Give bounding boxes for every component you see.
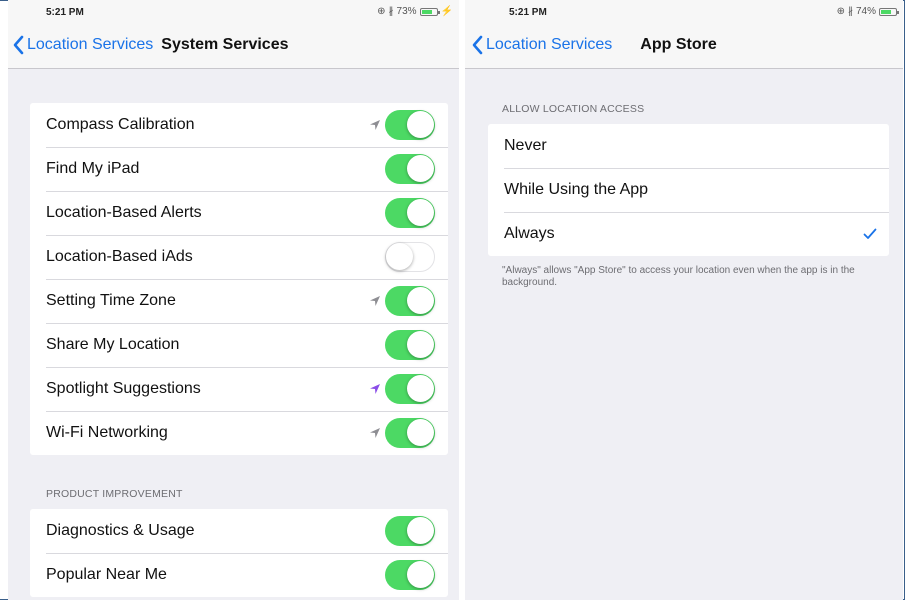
setting-label: Spotlight Suggestions [46,380,201,397]
spotlight-suggestions-toggle[interactable] [385,374,435,404]
option-label: Never [504,137,547,154]
location-based-alerts-toggle[interactable] [385,198,435,228]
toggle-knob [407,375,434,402]
setting-row-wi-fi-networking: Wi-Fi Networking [30,411,448,455]
setting-time-zone-toggle[interactable] [385,286,435,316]
status-time: 5:21 PM [509,7,547,18]
setting-label: Popular Near Me [46,566,167,583]
product-improvement-list: Diagnostics & Usage Popular Near Me [30,509,448,597]
option-label: Always [504,225,555,242]
lock-rotation-icon: ⊕ [377,6,386,17]
share-my-location-toggle[interactable] [385,330,435,360]
diagnostics-and-usage-toggle[interactable] [385,516,435,546]
setting-label: Wi-Fi Networking [46,424,168,441]
popular-near-me-toggle[interactable] [385,560,435,590]
page-title: App Store [640,36,717,53]
wi-fi-networking-toggle[interactable] [385,418,435,448]
toggle-knob [407,561,434,588]
location-arrow-icon [370,120,380,130]
toggle-knob [407,419,434,446]
page-title: System Services [161,36,289,53]
option-label: While Using the App [504,181,649,198]
toggle-knob [407,111,434,138]
setting-label: Diagnostics & Usage [46,522,195,539]
toggle-knob [407,199,434,226]
back-button[interactable]: Location Services [471,35,612,55]
back-label: Location Services [486,36,613,53]
setting-label: Compass Calibration [46,116,195,133]
checkmark-icon [863,228,877,239]
battery-icon [879,7,899,16]
location-arrow-icon [370,384,380,394]
section-header-product-improvement: PRODUCT IMPROVEMENT [46,488,183,500]
system-services-list: Compass Calibration Find My iPad Location-… [30,103,448,455]
location-based-iads-toggle[interactable] [385,242,435,272]
setting-row-spotlight-suggestions: Spotlight Suggestions [30,367,448,411]
toggle-knob [407,331,434,358]
setting-row-location-based-alerts: Location-Based Alerts [30,191,448,235]
app-store-location-screen: 5:21 PM ⊕ ∦ 74% Location Services App St… [465,0,903,600]
lock-rotation-icon: ⊕ [836,6,845,17]
location-access-footer: "Always" allows "App Store" to access yo… [502,265,855,288]
setting-row-share-my-location: Share My Location [30,323,448,367]
setting-label: Setting Time Zone [46,292,176,309]
toggle-knob [386,243,413,270]
charging-icon: ⚡ [440,6,453,17]
back-label: Location Services [27,36,154,53]
battery-percent: 73% [396,6,417,17]
battery-icon [419,7,440,16]
navigation-bar: Location Services System Services [8,22,459,69]
status-icons: ⊕ ∦ 74% [836,6,899,17]
setting-label: Find My iPad [46,160,140,177]
option-while-using-the-app[interactable]: While Using the App [488,168,889,212]
setting-label: Location-Based iAds [46,248,193,265]
toggle-knob [407,517,434,544]
status-time: 5:21 PM [46,7,84,18]
status-bar: 5:21 PM ⊕ ∦ 74% [465,0,903,22]
chevron-left-icon [472,35,483,55]
system-services-screen: 5:21 PM ⊕ ∦ 73% ⚡ Location Services Syst… [8,0,459,600]
setting-row-location-based-iads: Location-Based iAds [30,235,448,279]
chevron-left-icon [13,35,24,55]
setting-label: Share My Location [46,336,180,353]
setting-row-diagnostics-and-usage: Diagnostics & Usage [30,509,448,553]
setting-row-setting-time-zone: Setting Time Zone [30,279,448,323]
find-my-ipad-toggle[interactable] [385,154,435,184]
setting-row-find-my-ipad: Find My iPad [30,147,448,191]
location-arrow-icon [370,296,380,306]
option-never[interactable]: Never [488,124,889,168]
location-arrow-icon [370,428,380,438]
bluetooth-icon: ∦ [847,6,853,17]
status-bar: 5:21 PM ⊕ ∦ 73% ⚡ [8,0,459,22]
toggle-knob [407,155,434,182]
back-button[interactable]: Location Services [12,35,153,55]
setting-row-compass-calibration: Compass Calibration [30,103,448,147]
bluetooth-icon: ∦ [388,6,394,17]
setting-label: Location-Based Alerts [46,204,202,221]
section-header-allow-location-access: ALLOW LOCATION ACCESS [502,103,645,115]
option-always[interactable]: Always [488,212,889,256]
battery-percent: 74% [855,6,876,17]
location-access-options: Never While Using the App Always [488,124,889,256]
setting-row-popular-near-me: Popular Near Me [30,553,448,597]
compass-calibration-toggle[interactable] [385,110,435,140]
toggle-knob [407,287,434,314]
status-icons: ⊕ ∦ 73% ⚡ [377,6,453,17]
navigation-bar: Location Services App Store [465,22,903,69]
